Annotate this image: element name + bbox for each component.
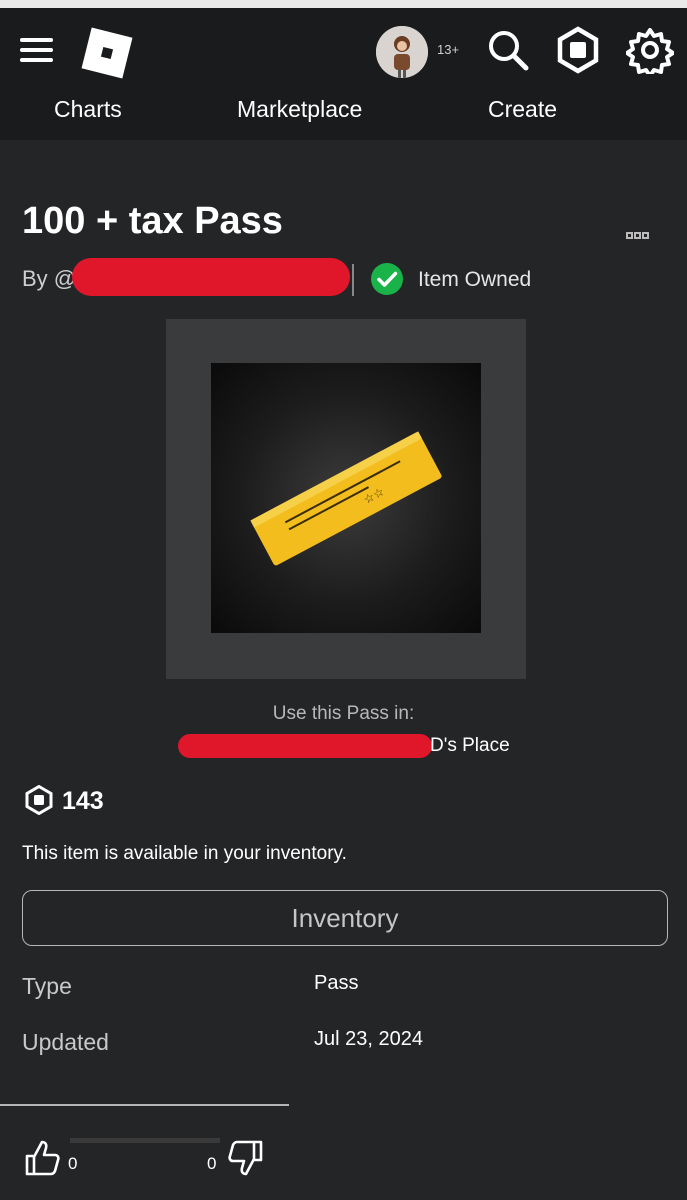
- search-icon[interactable]: [484, 26, 532, 74]
- availability-text: This item is available in your inventory…: [22, 843, 347, 864]
- thumbs-up-count: 0: [68, 1154, 78, 1173]
- gear-icon[interactable]: [626, 26, 674, 74]
- inventory-button[interactable]: Inventory: [22, 890, 668, 946]
- byline-prefix: By @: [22, 266, 77, 291]
- redaction-mark: [72, 258, 350, 296]
- section-divider: [0, 1104, 289, 1106]
- avatar[interactable]: [376, 26, 428, 78]
- age-badge: 13+: [437, 42, 460, 57]
- updated-label: Updated: [22, 1029, 109, 1055]
- type-label: Type: [22, 973, 72, 999]
- creator-byline[interactable]: By @: [22, 266, 76, 292]
- item-thumbnail-frame: ☆☆: [166, 319, 526, 679]
- avatar-image: [376, 26, 428, 78]
- nav-charts[interactable]: Charts: [54, 96, 122, 123]
- redaction-mark: [178, 734, 432, 758]
- thumbs-down-count: 0: [207, 1154, 217, 1173]
- item-price: 143: [62, 787, 104, 815]
- place-link[interactable]: D's Place: [430, 735, 510, 757]
- menu-icon[interactable]: [20, 38, 53, 64]
- more-options-icon[interactable]: [626, 226, 660, 239]
- updated-value: Jul 23, 2024: [314, 1028, 423, 1050]
- robux-price-icon: [25, 785, 53, 815]
- item-thumbnail: ☆☆: [211, 363, 481, 633]
- byline-divider: [352, 264, 354, 296]
- thumbs-up-icon[interactable]: [24, 1138, 62, 1178]
- pass-ticket-icon: ☆☆: [250, 431, 442, 566]
- owned-check-icon: [371, 263, 403, 295]
- use-pass-label: Use this Pass in:: [272, 703, 415, 724]
- nav-marketplace[interactable]: Marketplace: [237, 96, 362, 123]
- vote-ratio-bar: [70, 1138, 220, 1143]
- status-strip: [0, 0, 687, 8]
- item-title: 100 + tax Pass: [22, 200, 283, 242]
- owned-label: Item Owned: [418, 268, 532, 291]
- thumbs-down-icon[interactable]: [226, 1138, 264, 1178]
- top-navigation-bar: 13+ Charts Marketplace Create: [0, 8, 687, 140]
- robux-icon[interactable]: [554, 26, 602, 74]
- nav-create[interactable]: Create: [488, 96, 557, 123]
- type-value: Pass: [314, 972, 359, 994]
- roblox-logo[interactable]: [80, 26, 134, 80]
